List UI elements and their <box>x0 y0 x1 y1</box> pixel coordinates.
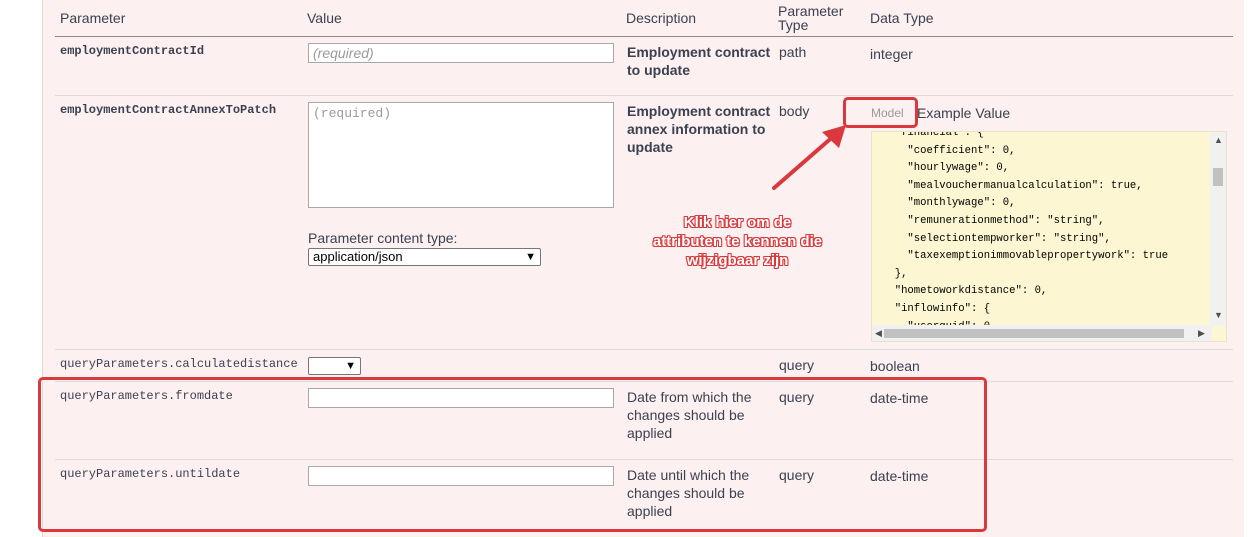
param-name-annex-to-patch: employmentContractAnnexToPatch <box>60 103 277 117</box>
vertical-scrollbar[interactable]: ▲ ▼ <box>1210 132 1226 326</box>
annex-body-textarea[interactable]: (required) <box>308 102 614 208</box>
header-param-type-2: Type <box>778 17 809 33</box>
scroll-up-icon[interactable]: ▲ <box>1214 135 1223 145</box>
param-name-calculatedistance: queryParameters.calculatedistance <box>60 357 298 371</box>
calculatedistance-data-type: boolean <box>870 358 920 374</box>
content-type-select[interactable]: application/json ▼ <box>308 248 541 266</box>
scroll-down-icon[interactable]: ▼ <box>1214 310 1223 320</box>
header-description: Description <box>626 10 697 26</box>
calculatedistance-param-type: query <box>779 357 815 373</box>
header-value: Value <box>307 10 342 26</box>
horizontal-scrollbar[interactable]: ◀ ▶ <box>872 325 1212 341</box>
annotation-callout: Klik hier om de attributen te kennen die… <box>652 214 823 269</box>
annotation-arrow-icon <box>772 125 846 190</box>
content-type-select-value: application/json <box>313 249 403 264</box>
query-dates-highlight-box <box>38 377 987 532</box>
chevron-down-icon: ▼ <box>525 251 536 263</box>
employment-contract-id-description: Employment contract to update <box>627 44 771 78</box>
employment-contract-id-data-type: integer <box>870 46 913 62</box>
header-parameter: Parameter <box>60 10 126 26</box>
chevron-down-icon: ▼ <box>345 360 356 372</box>
row-divider <box>55 95 1233 96</box>
calculatedistance-select[interactable]: ▼ <box>308 357 361 375</box>
scroll-left-icon[interactable]: ◀ <box>875 328 882 339</box>
example-value-code[interactable]: "financial": { "coefficient": 0, "hourly… <box>871 131 1227 342</box>
header-divider <box>55 36 1233 37</box>
annex-description: Employment contract annex information to u… <box>627 103 771 155</box>
header-param-type-1: Parameter <box>778 3 844 19</box>
vertical-scroll-thumb[interactable] <box>1213 168 1223 186</box>
row-divider <box>55 349 1233 350</box>
employment-contract-id-input[interactable]: (required) <box>308 43 614 63</box>
content-type-label: Parameter content type: <box>308 230 458 246</box>
example-code-text: "financial": { "coefficient": 0, "hourly… <box>894 131 1169 333</box>
param-name-employment-contract-id: employmentContractId <box>60 44 205 58</box>
horizontal-scroll-thumb[interactable] <box>884 329 1184 338</box>
example-value-tab[interactable]: Example Value <box>917 105 1010 121</box>
scroll-right-icon[interactable]: ▶ <box>1198 328 1205 339</box>
employment-contract-id-param-type: path <box>779 44 807 60</box>
header-data-type: Data Type <box>870 10 934 26</box>
